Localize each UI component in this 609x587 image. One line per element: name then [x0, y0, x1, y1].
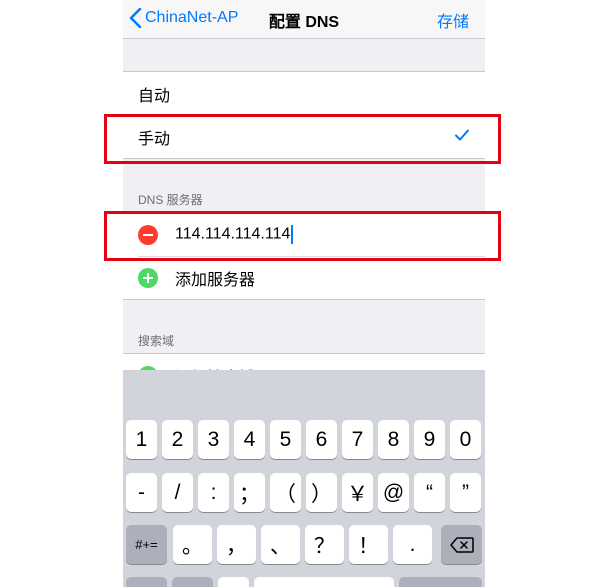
key-dictation[interactable] [218, 577, 249, 587]
key-9[interactable]: 9 [414, 420, 445, 459]
save-button[interactable]: 存储 [437, 8, 469, 32]
manual-mode-highlight [104, 114, 501, 164]
key-question[interactable]: ？ [305, 525, 344, 564]
key-close-quote[interactable]: ” [450, 473, 481, 512]
dns-server-highlight [104, 211, 501, 261]
key-return[interactable] [399, 577, 482, 587]
key-open-quote[interactable]: “ [414, 473, 445, 512]
add-server-row[interactable]: 添加服务器 [123, 256, 485, 299]
navigation-bar: ChinaNet-AP 配置 DNS 存储 [123, 0, 485, 39]
dns-section-header: DNS 服务器 [138, 193, 203, 207]
key-open-paren[interactable]: （ [270, 473, 301, 512]
key-space[interactable] [254, 577, 394, 587]
key-symbols-toggle[interactable]: #+= [126, 525, 167, 564]
key-hyphen[interactable]: - [126, 473, 157, 512]
key-close-paren[interactable]: ） [306, 473, 337, 512]
key-1[interactable]: 1 [126, 420, 157, 459]
backspace-icon [449, 536, 474, 553]
key-6[interactable]: 6 [306, 420, 337, 459]
key-full-stop[interactable]: 。 [173, 525, 212, 564]
key-enumeration-comma[interactable]: 、 [261, 525, 300, 564]
search-domain-header: 搜索域 [138, 334, 175, 348]
key-3[interactable]: 3 [198, 420, 229, 459]
key-yen[interactable]: ￥ [342, 473, 373, 512]
key-4[interactable]: 4 [234, 420, 265, 459]
key-exclamation[interactable]: ！ [349, 525, 388, 564]
key-comma[interactable]: ， [217, 525, 256, 564]
key-backspace[interactable] [441, 525, 482, 564]
numeric-keyboard: 1 2 3 4 5 6 7 8 9 0 - / : ； （ ） ￥ @ “ ” … [123, 370, 485, 587]
key-5[interactable]: 5 [270, 420, 301, 459]
key-7[interactable]: 7 [342, 420, 373, 459]
key-0[interactable]: 0 [450, 420, 481, 459]
key-colon[interactable]: : [198, 473, 229, 512]
page-title: 配置 DNS [268, 14, 340, 31]
key-mode-switch[interactable] [126, 577, 167, 587]
key-8[interactable]: 8 [378, 420, 409, 459]
mode-option-automatic[interactable]: 自动 [123, 72, 485, 115]
key-semicolon[interactable]: ； [234, 473, 265, 512]
key-2[interactable]: 2 [162, 420, 193, 459]
key-at[interactable]: @ [378, 473, 409, 512]
key-period[interactable]: . [393, 525, 432, 564]
add-server-label: 添加服务器 [175, 271, 256, 289]
settings-screen: ChinaNet-AP 配置 DNS 存储 自动 手动 DNS 服务器 114.… [123, 0, 485, 587]
key-slash[interactable]: / [162, 473, 193, 512]
add-server-icon[interactable] [138, 267, 158, 288]
key-globe[interactable] [172, 577, 213, 587]
mode-option-label: 自动 [138, 87, 171, 105]
